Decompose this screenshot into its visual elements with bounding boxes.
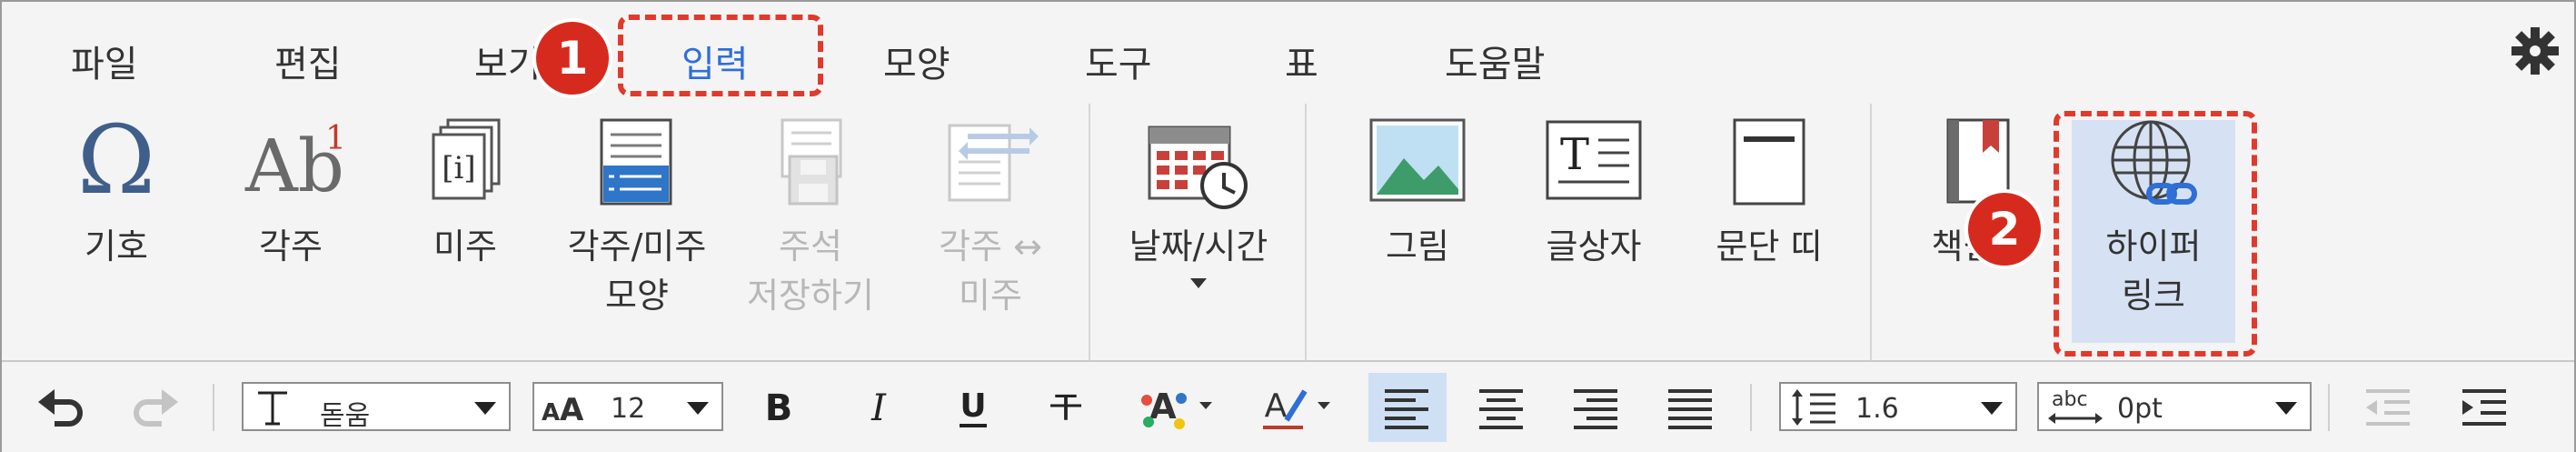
line-spacing-value: 1.6 [1855,393,1899,425]
textbox-label: 글상자 [1546,226,1642,266]
picture-button[interactable]: 그림 [1345,96,1490,360]
endnote-label: 미주 [433,226,497,266]
svg-text:T: T [1054,388,1077,428]
symbol-label: 기호 [85,226,148,266]
endnote-button[interactable]: [i] 미주 [402,96,529,360]
chevron-down-icon [1981,402,2003,415]
symbol-button[interactable]: Ω 기호 [53,96,180,360]
footnote-label: 각주 [259,226,323,266]
char-spacing-abc: abc [2052,388,2088,411]
svg-text:A: A [1265,387,1288,425]
paragraph-band-label: 문단 띠 [1716,226,1823,266]
insert-menu-highlight [618,15,823,96]
toolbar-separator [1750,384,1752,431]
svg-text:A: A [1149,387,1177,427]
menu-edit[interactable]: 편집 [274,35,342,87]
svg-text:T: T [1560,129,1589,180]
bold-icon[interactable]: B [756,378,801,435]
dropdown-arrow-icon[interactable] [1190,278,1207,288]
char-spacing-select[interactable]: abc 0pt [2037,382,2312,431]
svg-text:[i]: [i] [442,150,475,186]
note-style-label: 각주/미주 모양 [567,226,707,316]
save-note-icon [781,118,842,206]
menu-view[interactable]: 보기 [474,35,542,87]
paragraph-band-icon [1733,118,1805,206]
datetime-button[interactable]: 날짜/시간 [1103,96,1294,360]
font-size-select[interactable]: A A 12 [532,382,723,431]
align-justify-icon[interactable] [1663,378,1717,435]
paragraph-band-button[interactable]: 문단 띠 [1692,96,1846,360]
svg-text:A: A [560,392,584,424]
menu-help[interactable]: 도움말 [1445,35,1545,87]
text-color-icon[interactable]: A [1136,378,1218,435]
ribbon-separator [1305,104,1307,360]
hyperlink-highlight-frame [2054,111,2257,357]
swap-note-icon [948,124,1039,202]
svg-text:I: I [870,387,887,429]
chevron-down-icon [474,402,496,415]
line-spacing-icon [1792,389,1835,426]
line-spacing-select[interactable]: 1.6 [1779,382,2017,431]
calendar-clock-icon [1148,126,1248,209]
undo-icon[interactable] [35,378,89,435]
font-value: 돋움 [320,400,371,432]
note-style-icon [600,118,672,206]
ribbon-separator [1870,104,1872,360]
menu-format[interactable]: 모양 [883,35,950,87]
menu-tools[interactable]: 도구 [1085,35,1152,87]
svg-text:1: 1 [325,120,345,157]
highlight-color-icon[interactable]: A [1256,378,1338,435]
svg-text:Ω: Ω [77,116,155,204]
step-1-badge: 1 [536,22,609,95]
note-style-button[interactable]: 각주/미주 모양 [551,96,723,360]
italic-icon[interactable]: I [856,378,901,435]
gear-icon[interactable] [2510,25,2561,76]
underline-icon[interactable]: U [950,378,996,435]
footnote-button[interactable]: Ab 1 각주 [227,96,354,360]
decrease-indent-icon[interactable] [2361,378,2415,435]
datetime-label: 날짜/시간 [1129,226,1268,266]
footnote-icon: Ab 1 [244,120,345,204]
toolbar-separator [213,384,214,431]
svg-text:U: U [960,387,986,425]
menu-bar: 파일 편집 보기 입력 모양 도구 표 도움말 [2,2,2574,98]
font-select[interactable]: 돋움 [242,382,511,432]
save-note-button[interactable]: 주석 저장하기 [727,96,894,360]
picture-icon [1369,118,1466,202]
align-center-icon[interactable] [1474,378,1528,435]
picture-label: 그림 [1386,226,1449,266]
chevron-down-icon [2275,402,2297,415]
chevron-down-icon [687,402,709,415]
omega-icon: Ω [77,116,155,204]
font-size-value: 12 [611,393,646,425]
menu-table[interactable]: 표 [1285,35,1318,87]
char-spacing-value: 0pt [2117,393,2163,425]
textbox-button[interactable]: T 글상자 [1521,96,1666,360]
strikethrough-icon[interactable]: T [1043,378,1089,435]
svg-text:B: B [765,387,793,429]
menu-file[interactable]: 파일 [71,35,138,87]
toolbar-separator [2328,384,2330,431]
align-left-icon[interactable] [1379,378,1434,435]
step-2-badge: 2 [1968,193,2041,266]
increase-indent-icon[interactable] [2457,378,2511,435]
format-toolbar: 돋움 A A 12 B I U T A A 1.6 abc 0pt [2,360,2574,452]
char-spacing-icon: abc [2048,388,2103,424]
endnote-icon: [i] [432,118,501,200]
swap-note-button[interactable]: 각주 ↔ 미주 [907,96,1074,360]
swap-note-label: 각주 ↔ 미주 [939,226,1042,316]
svg-text:A: A [542,399,560,424]
app-window: 파일 편집 보기 입력 모양 도구 표 도움말 Ω 기호 Ab 1 각주 [i]… [0,0,2576,452]
textbox-icon: T [1546,120,1642,200]
redo-icon[interactable] [127,378,182,435]
save-note-label: 주석 저장하기 [747,226,874,316]
font-type-icon [258,391,287,426]
font-size-icon: A A [542,392,584,424]
ribbon-separator [1089,104,1090,360]
align-right-icon[interactable] [1568,378,1623,435]
